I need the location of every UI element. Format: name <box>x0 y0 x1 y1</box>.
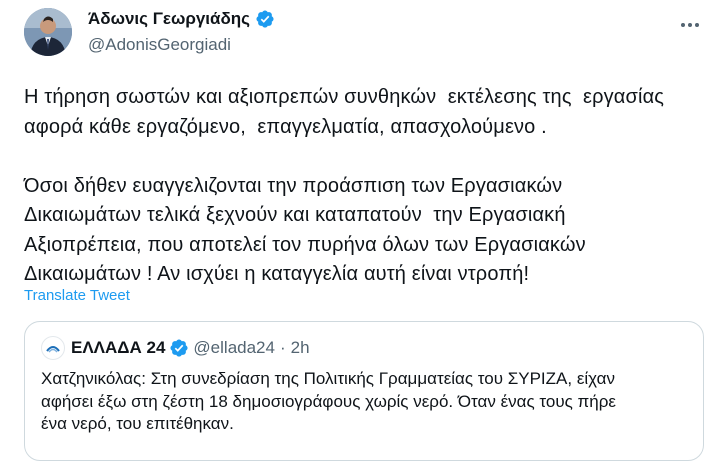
tweet-line: Όσοι δήθεν ευαγγελιζονται την προάσπιση … <box>24 174 563 197</box>
tweet-line: Δικαιωμάτων τελικά ξεχνούν και καταπατού… <box>24 204 566 226</box>
quoted-tweet-text: Χατζηνικόλας: Στη συνεδρίαση της Πολιτικ… <box>41 368 691 436</box>
verified-badge-icon <box>255 9 275 29</box>
separator-dot: · <box>279 338 286 357</box>
verified-badge-icon <box>169 338 189 358</box>
author-avatar[interactable] <box>24 8 72 56</box>
tweet-line: Δικαιωμάτων ! Αν ισχύει η καταγγελία αυτ… <box>24 263 530 285</box>
quoted-author-logo-icon <box>46 346 60 353</box>
quoted-author-avatar[interactable] <box>41 336 65 360</box>
quoted-author-handle[interactable]: @ellada24 <box>193 338 275 358</box>
quoted-tweet-line: ένα νερό, του επιτέθηκαν. <box>41 414 234 433</box>
author-handle[interactable]: @AdonisGeorgiadi <box>88 35 231 55</box>
translate-tweet-link[interactable]: Translate Tweet <box>24 287 130 304</box>
more-options-button[interactable] <box>676 13 704 37</box>
quoted-tweet-timestamp[interactable]: 2h <box>291 338 310 358</box>
author-display-name[interactable]: Άδωνις Γεωργιάδης <box>88 9 275 29</box>
quoted-tweet-line: αφήσει έξω στη ζέστη 18 δημοσιογράφους χ… <box>41 391 616 411</box>
more-options-icon <box>681 23 699 27</box>
tweet-line: Η τήρηση σωστών και αξιοπρεπών συνθηκών … <box>24 86 665 108</box>
quoted-tweet-card[interactable]: ΕΛΛΑΔΑ 24 @ellada24 · 2h Χατζηνικόλας: Σ… <box>24 321 704 461</box>
quoted-tweet-header: ΕΛΛΑΔΑ 24 @ellada24 · 2h <box>41 336 310 360</box>
tweet-line: αφορά κάθε εργαζόμενο, επαγγελματία, απα… <box>24 115 547 138</box>
author-name-text: Άδωνις Γεωργιάδης <box>88 9 251 28</box>
tweet-text: Η τήρηση σωστών και αξιοπρεπών συνθηκών … <box>24 83 700 290</box>
quoted-author-name[interactable]: ΕΛΛΑΔΑ 24 <box>71 338 165 358</box>
tweet-line: Αξιοπρέπεια, που αποτελεί τον πυρήνα όλω… <box>24 233 586 256</box>
quoted-tweet-line: Χατζηνικόλας: Στη συνεδρίαση της Πολιτικ… <box>41 369 615 388</box>
